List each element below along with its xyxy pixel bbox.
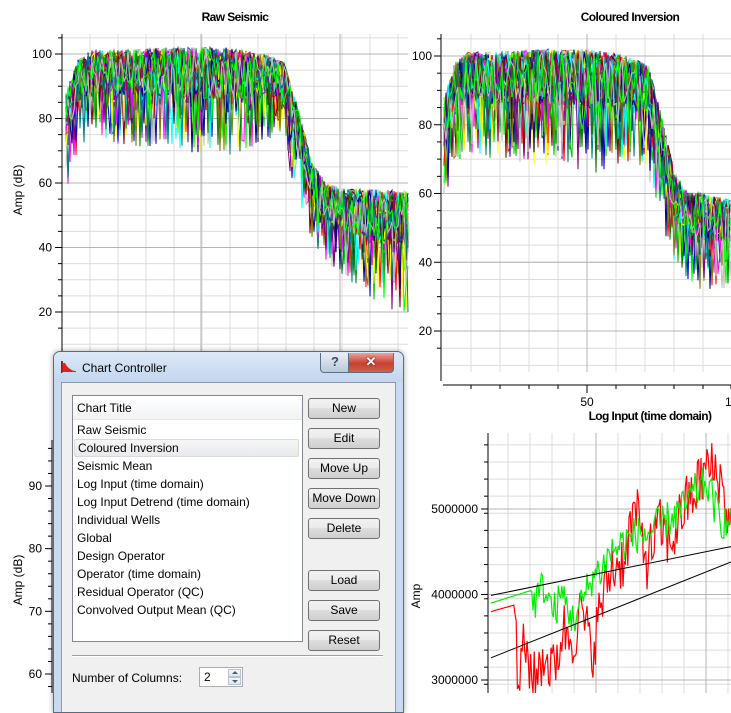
y-tick-label: 40: [39, 241, 53, 255]
list-column-header[interactable]: Chart Title: [73, 396, 302, 420]
y-tick-label: 100: [32, 47, 52, 61]
y-tick-label: 20: [419, 324, 433, 338]
y-tick-label: 80: [39, 112, 53, 126]
list-item[interactable]: Residual Operator (QC): [74, 583, 299, 601]
y-tick-label: 40: [419, 255, 433, 269]
list-item[interactable]: Seismic Mean: [74, 457, 299, 475]
move-down-button[interactable]: Move Down: [308, 488, 380, 509]
close-button[interactable]: ✕: [348, 353, 394, 373]
y-tick-label: 5000000: [431, 502, 478, 516]
dialog-title: Chart Controller: [82, 361, 167, 375]
coloured-inversion-chart: 100 80 60 40 20 50 1: [412, 34, 731, 409]
y-tick-label: 60: [39, 176, 53, 190]
list-item[interactable]: Operator (time domain): [74, 565, 299, 583]
raw-seismic-chart: 100 80 60 40 20 Amp (dB): [11, 34, 409, 360]
help-button[interactable]: ?: [320, 353, 350, 373]
columns-stepper[interactable]: 2: [199, 667, 243, 687]
y-tick-label: 100: [412, 49, 432, 63]
y-tick-label: 80: [419, 118, 433, 132]
list-item[interactable]: Coloured Inversion: [74, 439, 299, 457]
save-button[interactable]: Save: [308, 600, 380, 621]
seismic-mean-chart: 90 80 70 60 Amp (dB): [11, 440, 58, 693]
arrow-down-icon: [232, 680, 238, 683]
y-tick-label: 90: [29, 479, 43, 493]
series-line-2: [490, 467, 731, 632]
x-tick-label: 1: [725, 395, 731, 409]
y-axis-label: Amp: [409, 583, 423, 608]
list-item[interactable]: Design Operator: [74, 547, 299, 565]
delete-button[interactable]: Delete: [308, 518, 380, 539]
list-header-label: Chart Title: [77, 401, 132, 415]
y-axis-label: Amp (dB): [11, 555, 25, 606]
close-icon: ✕: [365, 354, 377, 369]
reset-button[interactable]: Reset: [308, 630, 380, 651]
y-tick-label: 60: [29, 667, 43, 681]
y-tick-label: 80: [29, 542, 43, 556]
new-button[interactable]: New: [308, 398, 380, 419]
list-item[interactable]: Raw Seismic: [74, 421, 299, 439]
chart-controller-dialog: Chart Controller ? ✕ Chart Title Raw Sei…: [53, 351, 404, 713]
load-button[interactable]: Load: [308, 570, 380, 591]
columns-increment-button[interactable]: [228, 669, 241, 677]
columns-label: Number of Columns:: [72, 671, 183, 685]
y-tick-label: 70: [29, 604, 43, 618]
y-tick-label: 20: [39, 305, 53, 319]
list-item[interactable]: Log Input Detrend (time domain): [74, 493, 299, 511]
edit-button[interactable]: Edit: [308, 428, 380, 449]
dialog-titlebar[interactable]: Chart Controller ? ✕: [54, 352, 403, 382]
arrow-up-icon: [232, 671, 238, 674]
list-item[interactable]: Global: [74, 529, 299, 547]
x-tick-label: 50: [580, 395, 594, 409]
log-input-chart: 5000000 4000000 3000000 Amp: [409, 433, 731, 693]
list-item[interactable]: Individual Wells: [74, 511, 299, 529]
columns-decrement-button[interactable]: [228, 677, 241, 685]
chart-list[interactable]: Chart Title Raw Seismic Coloured Inversio…: [72, 395, 303, 642]
columns-value[interactable]: 2: [204, 670, 211, 684]
dialog-separator: [72, 655, 383, 657]
help-icon: ?: [331, 354, 339, 369]
list-item[interactable]: Log Input (time domain): [74, 475, 299, 493]
y-axis-label: Amp (dB): [11, 165, 25, 216]
y-tick-label: 60: [419, 187, 433, 201]
y-tick-label: 4000000: [431, 588, 478, 602]
dialog-client-area: Chart Title Raw Seismic Coloured Inversio…: [61, 382, 396, 712]
list-item[interactable]: Convolved Output Mean (QC): [74, 601, 299, 619]
chart-app-icon: [61, 361, 76, 373]
move-up-button[interactable]: Move Up: [308, 458, 380, 479]
y-tick-label: 3000000: [431, 673, 478, 687]
